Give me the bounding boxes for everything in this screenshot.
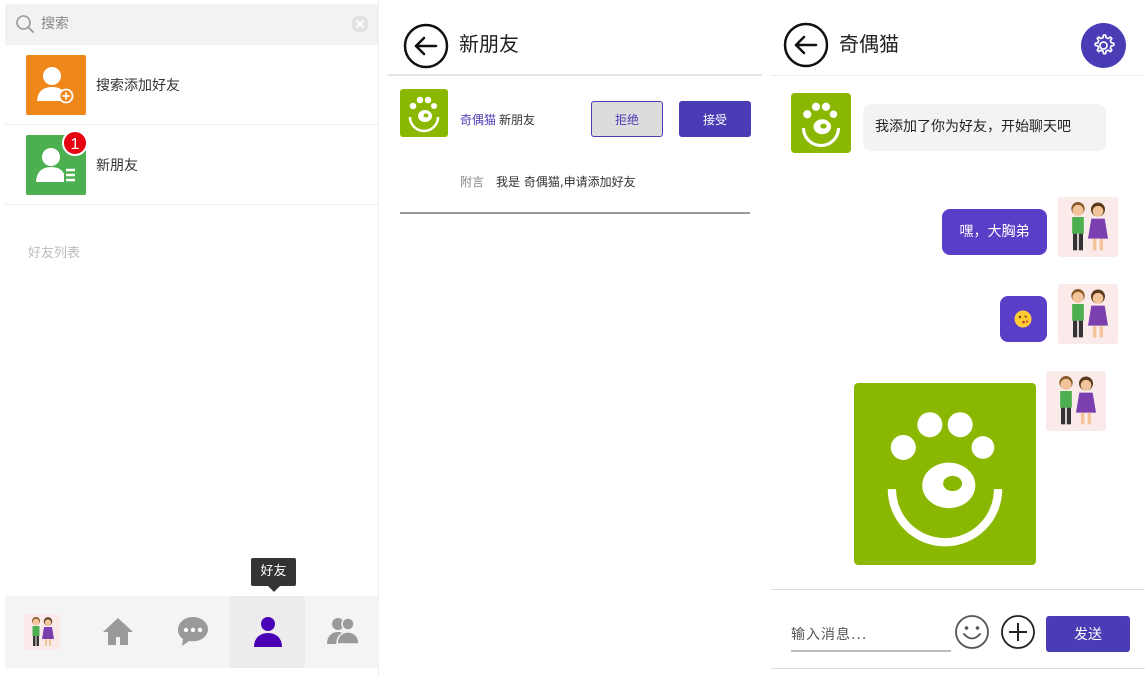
new-friends-panel: 新朋友 奇偶猫 新朋友 拒绝 接受 附言 我是 奇偶猫,申请添加好友 (388, 0, 762, 676)
emoji-picker-icon[interactable] (954, 614, 990, 650)
friends-icon (254, 617, 282, 647)
message-input[interactable] (791, 620, 951, 652)
search-bar (5, 4, 379, 45)
send-button[interactable]: 发送 (1046, 616, 1130, 652)
page-title: 新朋友 (459, 32, 519, 56)
tab-tooltip: 好友 (251, 558, 296, 592)
gear-icon (1094, 34, 1115, 55)
back-arrow-icon[interactable] (403, 23, 449, 69)
divider (400, 212, 750, 214)
new-friends-header: 新朋友 (388, 0, 762, 76)
note-text: 我是 奇偶猫,申请添加好友 (496, 175, 636, 189)
back-arrow-icon[interactable] (783, 22, 829, 68)
message-bubble-emoji (1000, 296, 1047, 342)
self-avatar[interactable] (1058, 197, 1118, 257)
request-name[interactable]: 奇偶猫 (460, 111, 496, 128)
new-friend-label: 新朋友 (96, 158, 138, 174)
tab-groups[interactable] (305, 596, 380, 668)
contacts-panel: 搜索添加好友 1 新朋友 好友列表 好友 (5, 0, 379, 676)
friend-list-title: 好友列表 (28, 246, 81, 261)
self-avatar[interactable] (1046, 371, 1106, 431)
avatar (24, 614, 60, 650)
message-input-bar: 发送 (771, 589, 1145, 669)
home-icon (103, 618, 133, 645)
search-add-friend-label: 搜索添加好友 (96, 78, 180, 94)
settings-button[interactable] (1081, 23, 1126, 68)
contact-avatar[interactable] (791, 93, 851, 153)
message-bubble-incoming: 我添加了你为好友，开始聊天吧 (863, 104, 1106, 151)
search-input[interactable] (41, 13, 341, 35)
note-label: 附言 (460, 175, 485, 189)
unread-badge: 1 (62, 130, 88, 156)
new-friend-item[interactable]: 1 新朋友 (5, 125, 379, 205)
chat-icon (178, 617, 208, 646)
accept-button[interactable]: 接受 (679, 101, 751, 137)
message-bubble-outgoing: 嘿，大胸弟 (942, 209, 1047, 255)
request-status: 新朋友 (499, 113, 536, 127)
reject-button[interactable]: 拒绝 (591, 101, 663, 137)
chat-panel: 奇偶猫 我添加了你为好友，开始聊天吧 嘿，大胸弟 输入消息... 发送 (771, 0, 1145, 676)
image-message[interactable] (854, 383, 1036, 565)
tab-profile[interactable] (5, 596, 80, 668)
self-avatar[interactable] (1058, 284, 1118, 344)
tab-home[interactable] (80, 596, 155, 668)
kiss-emoji-icon (1014, 310, 1032, 328)
chat-title: 奇偶猫 (839, 32, 899, 56)
bottom-tab-bar (5, 596, 379, 668)
paw-logo-icon (400, 89, 448, 137)
chat-header: 奇偶猫 (771, 0, 1145, 76)
add-user-icon (26, 55, 86, 115)
tab-friends[interactable] (230, 596, 305, 668)
plus-icon[interactable] (1000, 614, 1036, 650)
search-add-friend-item[interactable]: 搜索添加好友 (5, 45, 379, 125)
clear-icon[interactable] (351, 15, 369, 33)
search-icon (16, 15, 34, 33)
tab-chat[interactable] (155, 596, 230, 668)
groups-icon (327, 617, 360, 645)
